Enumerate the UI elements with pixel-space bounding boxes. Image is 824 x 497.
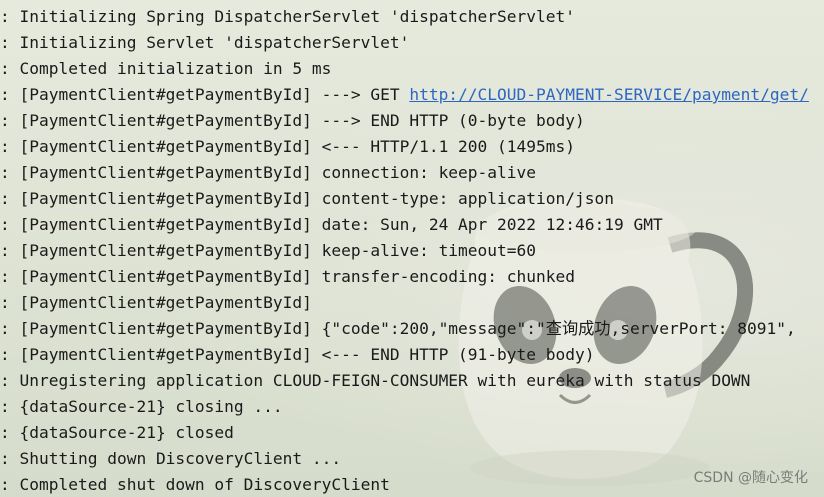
log-text: Completed shut down of DiscoveryClient <box>19 475 390 494</box>
log-prefix: : <box>0 449 20 468</box>
request-url-link[interactable]: http://CLOUD-PAYMENT-SERVICE/payment/get… <box>409 85 809 104</box>
log-line[interactable]: : Completed shut down of DiscoveryClient <box>0 472 809 497</box>
log-prefix: : <box>0 371 20 390</box>
log-prefix: : <box>0 111 20 130</box>
log-text: Shutting down DiscoveryClient ... <box>19 449 342 468</box>
log-prefix: : <box>0 267 20 286</box>
log-text: [PaymentClient#getPaymentById] <--- END … <box>19 345 595 364</box>
log-text: [PaymentClient#getPaymentById] transfer-… <box>19 267 576 286</box>
log-line[interactable]: : [PaymentClient#getPaymentById] connect… <box>0 160 809 186</box>
log-text: [PaymentClient#getPaymentById] <--- HTTP… <box>19 137 576 156</box>
log-text: [PaymentClient#getPaymentById] date: Sun… <box>19 215 663 234</box>
log-line[interactable]: : [PaymentClient#getPaymentById] transfe… <box>0 264 809 290</box>
log-line[interactable]: : Initializing Spring DispatcherServlet … <box>0 4 809 30</box>
log-prefix: : <box>0 293 20 312</box>
log-text: [PaymentClient#getPaymentById] ---> END … <box>19 111 585 130</box>
log-line[interactable]: : {dataSource-21} closed <box>0 420 809 446</box>
log-prefix: : <box>0 397 20 416</box>
log-text: [PaymentClient#getPaymentById] ---> GET <box>19 85 410 104</box>
log-line[interactable]: : Unregistering application CLOUD-FEIGN-… <box>0 368 809 394</box>
log-text: Initializing Spring DispatcherServlet 'd… <box>19 7 576 26</box>
log-text: Completed initialization in 5 ms <box>19 59 332 78</box>
log-prefix: : <box>0 319 20 338</box>
log-text: {dataSource-21} closing ... <box>19 397 283 416</box>
log-line[interactable]: : [PaymentClient#getPaymentById] keep-al… <box>0 238 809 264</box>
log-text: [PaymentClient#getPaymentById] {"code":2… <box>19 319 796 338</box>
log-prefix: : <box>0 163 20 182</box>
log-line[interactable]: : [PaymentClient#getPaymentById] <box>0 290 809 316</box>
log-line[interactable]: : Shutting down DiscoveryClient ... <box>0 446 809 472</box>
log-prefix: : <box>0 137 20 156</box>
log-prefix: : <box>0 7 20 26</box>
log-line[interactable]: : [PaymentClient#getPaymentById] <--- EN… <box>0 342 809 368</box>
log-line[interactable]: : [PaymentClient#getPaymentById] content… <box>0 186 809 212</box>
log-prefix: : <box>0 423 20 442</box>
log-text: {dataSource-21} closed <box>19 423 234 442</box>
log-prefix: : <box>0 33 20 52</box>
log-prefix: : <box>0 345 20 364</box>
log-prefix: : <box>0 59 20 78</box>
log-prefix: : <box>0 241 20 260</box>
watermark: CSDN @随心变化 <box>693 470 808 486</box>
log-text: Unregistering application CLOUD-FEIGN-CO… <box>19 371 751 390</box>
log-text: [PaymentClient#getPaymentById] content-t… <box>19 189 615 208</box>
log-text: [PaymentClient#getPaymentById] keep-aliv… <box>19 241 537 260</box>
log-line[interactable]: : [PaymentClient#getPaymentById] ---> GE… <box>0 82 809 108</box>
log-line[interactable]: : [PaymentClient#getPaymentById] date: S… <box>0 212 809 238</box>
log-prefix: : <box>0 475 20 494</box>
log-line[interactable]: : [PaymentClient#getPaymentById] ---> EN… <box>0 108 809 134</box>
log-text: [PaymentClient#getPaymentById] connectio… <box>19 163 537 182</box>
log-line[interactable]: : [PaymentClient#getPaymentById] <--- HT… <box>0 134 809 160</box>
log-line[interactable]: : Initializing Servlet 'dispatcherServle… <box>0 30 809 56</box>
log-prefix: : <box>0 189 20 208</box>
log-line[interactable]: : Completed initialization in 5 ms <box>0 56 809 82</box>
log-text: Initializing Servlet 'dispatcherServlet' <box>19 33 410 52</box>
log-prefix: : <box>0 215 20 234</box>
log-prefix: : <box>0 85 20 104</box>
console-output[interactable]: : Initializing Spring DispatcherServlet … <box>0 0 824 497</box>
log-line[interactable]: : {dataSource-21} closing ... <box>0 394 809 420</box>
log-lines: : Initializing Spring DispatcherServlet … <box>0 4 809 497</box>
log-line[interactable]: : [PaymentClient#getPaymentById] {"code"… <box>0 316 809 342</box>
log-text: [PaymentClient#getPaymentById] <box>19 293 312 312</box>
